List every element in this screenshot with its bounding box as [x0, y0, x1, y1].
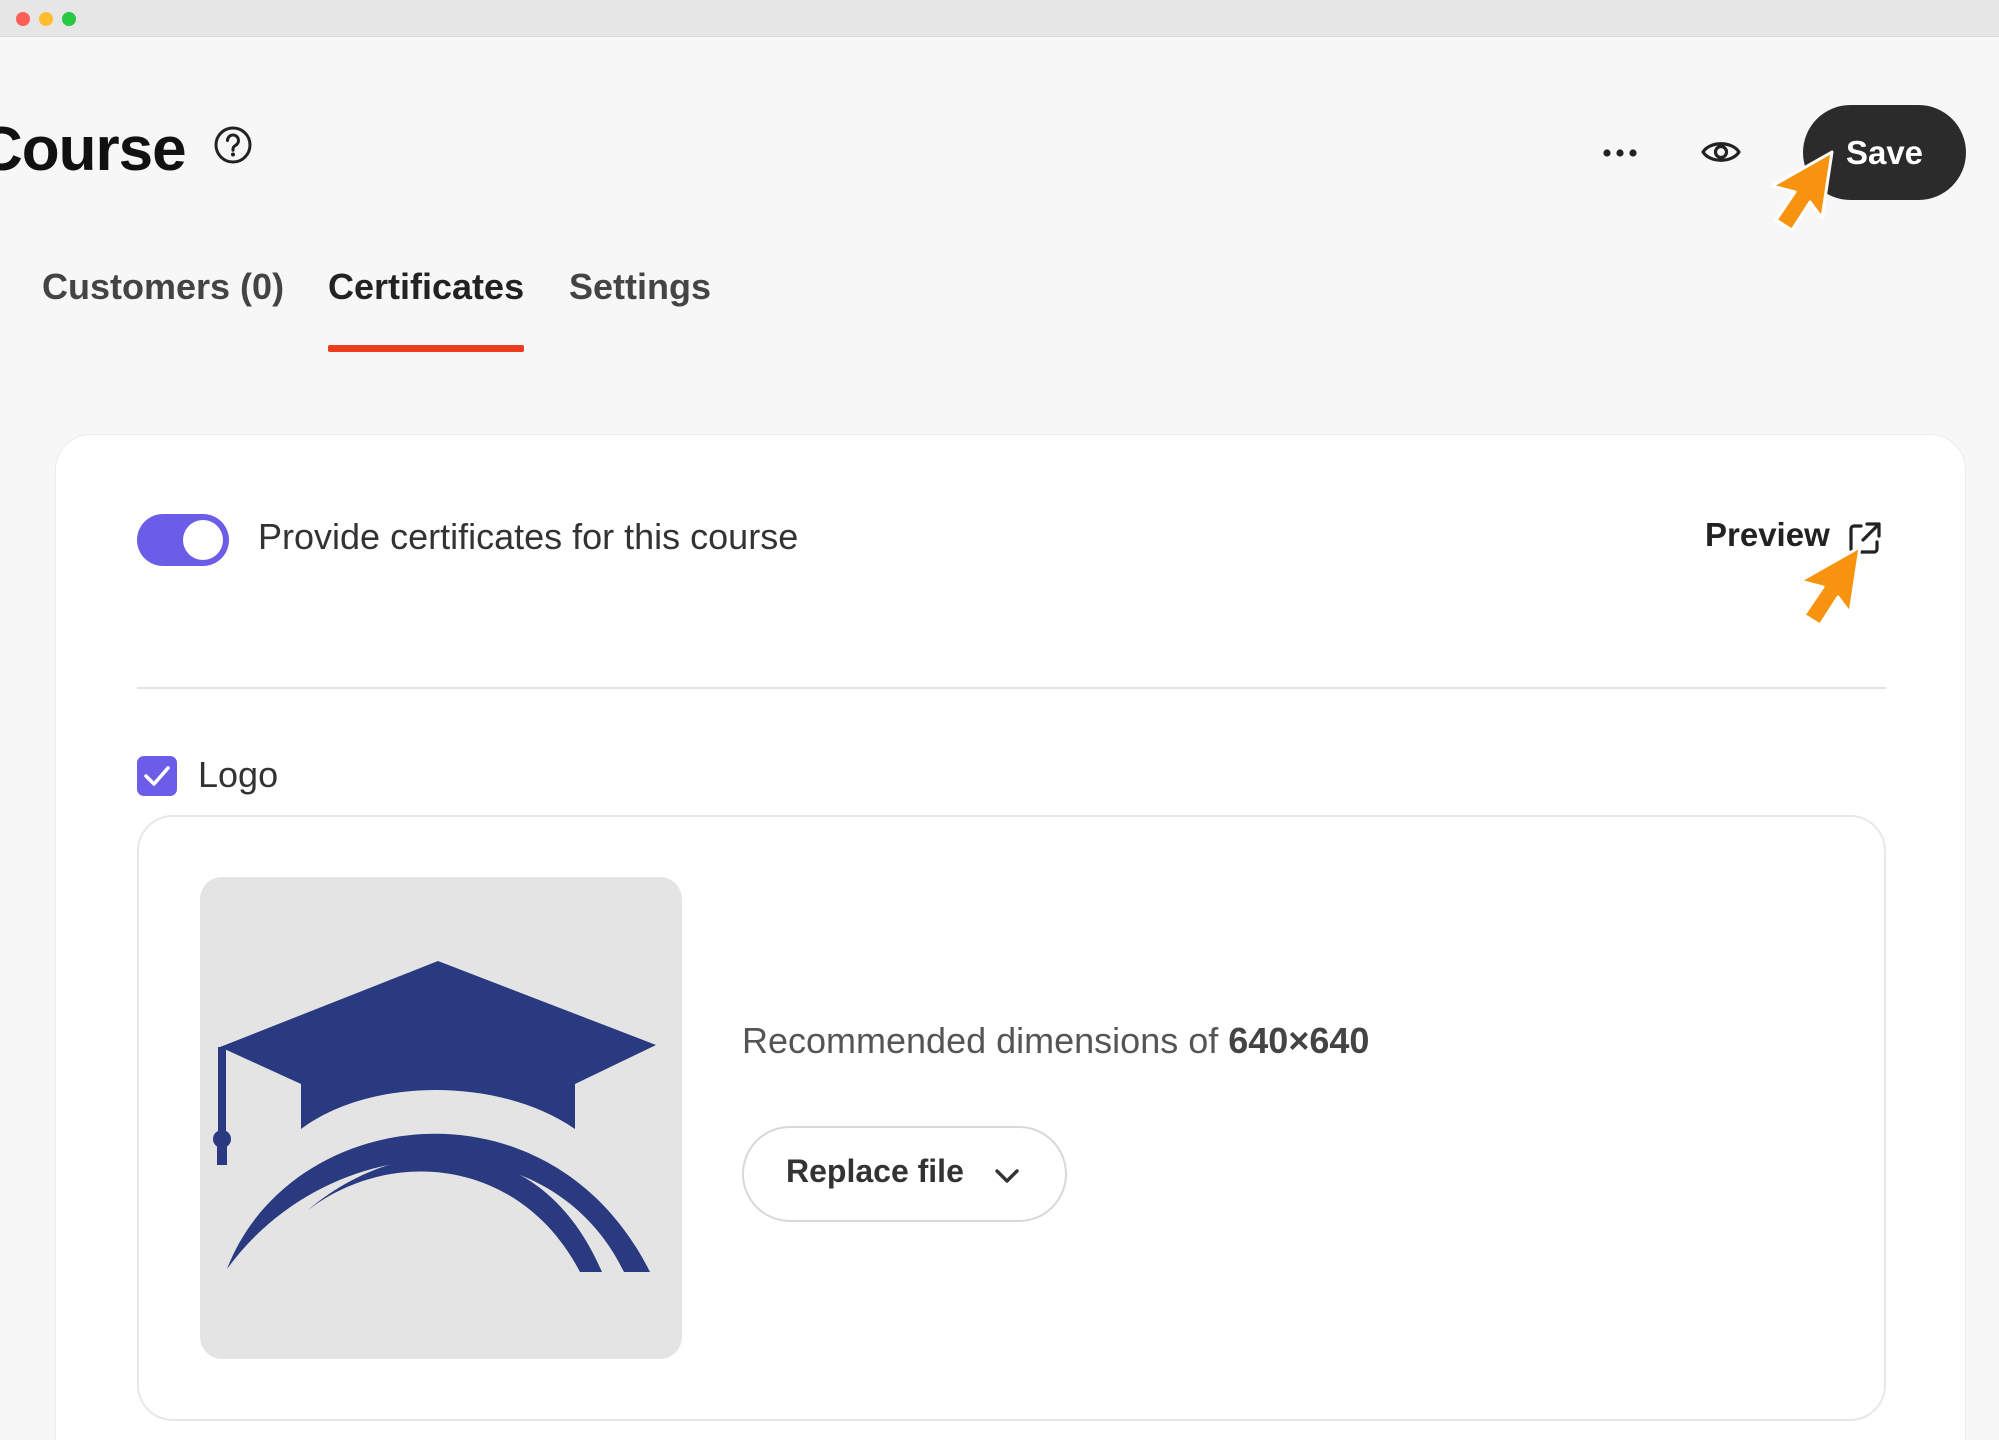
pointer-cursor-icon — [1798, 545, 1862, 627]
replace-file-button[interactable]: Replace file — [742, 1126, 1067, 1222]
question-circle-icon[interactable] — [212, 124, 254, 166]
window-titlebar — [0, 0, 1999, 37]
tab-certificates[interactable]: Certificates — [328, 262, 525, 352]
page-title: Course — [0, 115, 187, 184]
window-maximize-button[interactable] — [62, 12, 76, 26]
dimensions-value: 640×640 — [1228, 1020, 1370, 1061]
logo-checkbox[interactable] — [137, 756, 177, 796]
checkmark-icon — [144, 766, 170, 786]
window-close-button[interactable] — [16, 12, 30, 26]
tab-customers[interactable]: Customers (0) — [42, 262, 284, 352]
ellipsis-icon[interactable] — [1600, 138, 1640, 168]
eye-icon[interactable] — [1700, 133, 1742, 171]
section-divider — [137, 687, 1886, 689]
provide-certificates-label: Provide certificates for this course — [258, 516, 799, 557]
replace-file-label: Replace file — [786, 1153, 964, 1189]
toggle-knob — [183, 520, 223, 560]
graduation-cap-icon — [213, 961, 656, 1272]
pointer-cursor-icon — [1770, 150, 1834, 232]
recommended-dimensions-text: Recommended dimensions of 640×640 — [742, 1020, 1369, 1062]
window-minimize-button[interactable] — [39, 12, 53, 26]
logo-thumbnail — [200, 877, 682, 1359]
logo-label: Logo — [198, 754, 279, 795]
dimensions-prefix: Recommended dimensions of — [742, 1020, 1229, 1061]
provide-certificates-toggle[interactable] — [137, 514, 229, 566]
chevron-down-icon — [995, 1169, 1019, 1183]
tab-settings[interactable]: Settings — [569, 262, 711, 352]
